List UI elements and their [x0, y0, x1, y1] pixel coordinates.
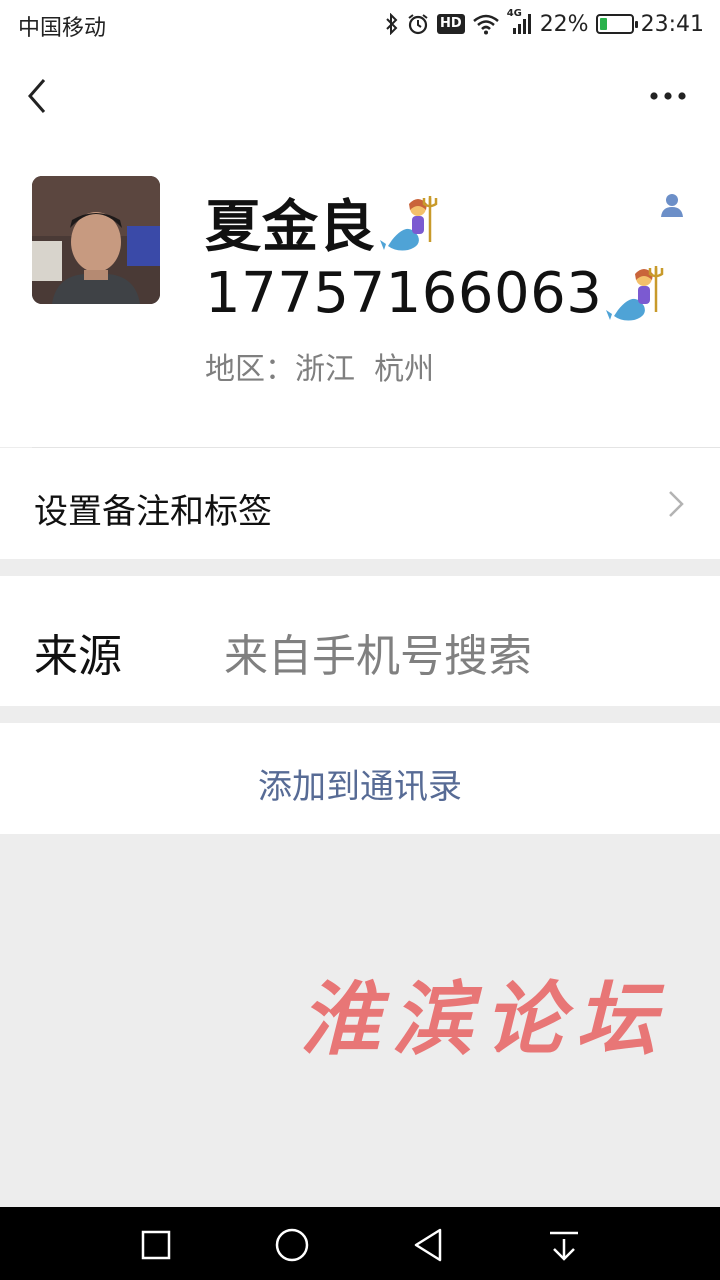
- bluetooth-icon: [386, 13, 398, 35]
- profile-card: 夏金良 17757166063 地区：浙江 杭州: [0, 144, 720, 447]
- source-value: 来自手机号搜索: [224, 631, 532, 682]
- recent-apps-icon[interactable]: [136, 1225, 176, 1265]
- system-nav-bar: [0, 1207, 720, 1280]
- status-bar: 中国移动 HD 4G 22% ⚡ 23:41: [0, 0, 720, 48]
- back-button[interactable]: [22, 74, 62, 118]
- more-button[interactable]: [646, 84, 690, 108]
- home-icon[interactable]: [272, 1225, 312, 1265]
- chevron-right-icon: [669, 491, 684, 517]
- clock: 23:41: [640, 11, 704, 37]
- hd-badge: HD: [437, 14, 465, 34]
- battery-icon: ⚡: [595, 14, 638, 34]
- watermark-text: 淮滨论坛: [300, 972, 668, 1066]
- cellular-signal: 4G: [507, 8, 533, 36]
- phone-line: 17757166063: [205, 260, 670, 326]
- set-remark-and-tags-row[interactable]: 设置备注和标签: [0, 448, 720, 559]
- remark-label: 设置备注和标签: [34, 492, 272, 532]
- wifi-icon: [472, 14, 499, 35]
- battery-percent: 22%: [539, 11, 589, 37]
- source-label: 来源: [34, 631, 122, 682]
- merperson-emoji-icon: [380, 195, 438, 250]
- add-to-contacts-label: 添加到通讯录: [258, 767, 462, 807]
- more-icon: [650, 92, 686, 100]
- contact-card-icon[interactable]: [660, 192, 684, 218]
- signal-icon: [512, 14, 531, 34]
- carrier-name: 中国移动: [18, 16, 107, 41]
- nav-bar: [0, 48, 720, 144]
- add-to-contacts-button[interactable]: 添加到通讯录: [0, 723, 720, 834]
- status-icons: HD 4G 22% ⚡ 23:41: [385, 8, 704, 40]
- back-nav-icon[interactable]: [408, 1225, 448, 1265]
- charging-icon: ⚡: [609, 16, 620, 32]
- source-row: 来源 来自手机号搜索: [0, 576, 720, 706]
- avatar[interactable]: [32, 176, 160, 304]
- notification-pull-down-icon[interactable]: [544, 1225, 584, 1265]
- name-line: 夏金良: [205, 182, 444, 263]
- avatar-photo: [32, 176, 160, 304]
- contact-region: 地区：浙江 杭州: [205, 352, 435, 387]
- contact-name: 夏金良: [205, 195, 376, 260]
- contact-phone: 17757166063: [205, 260, 603, 326]
- back-arrow-icon: [28, 79, 46, 113]
- alarm-icon: [408, 14, 428, 35]
- merperson-emoji-icon: [606, 266, 664, 321]
